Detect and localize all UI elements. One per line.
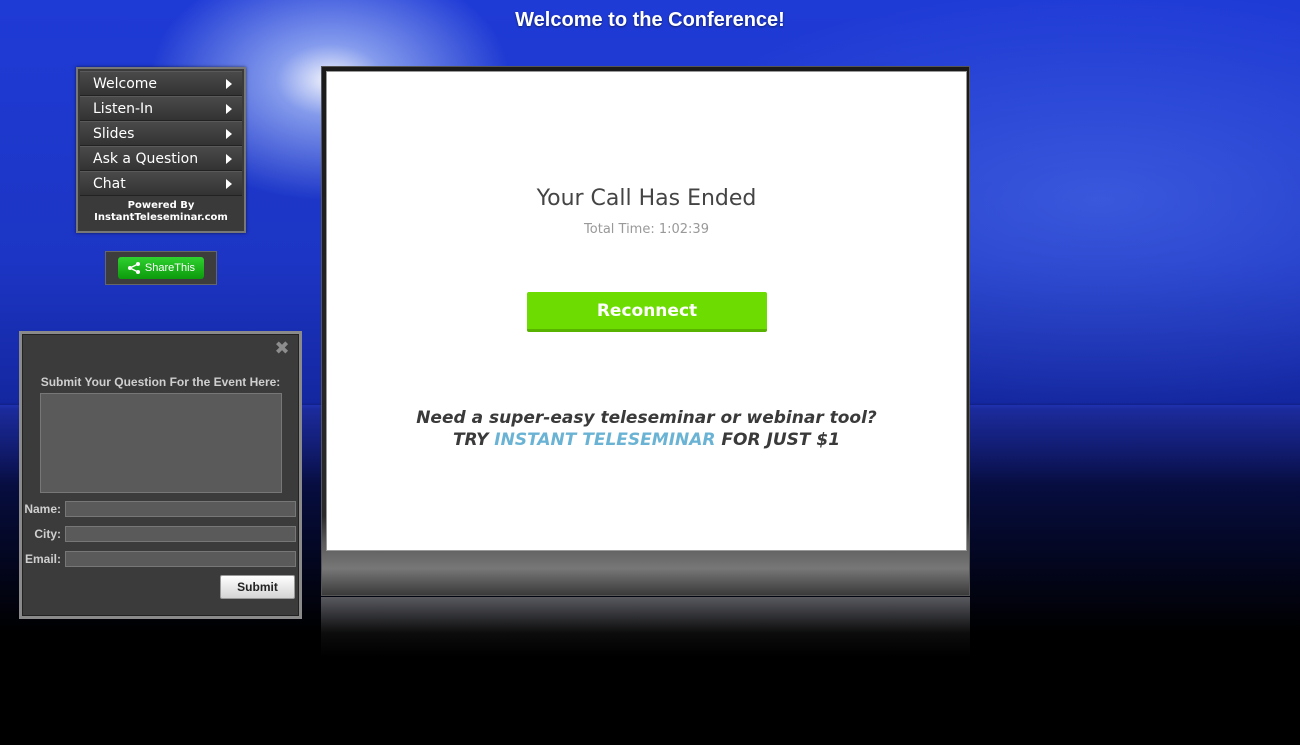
powered-by-text: Powered By: [127, 200, 195, 211]
arrow-right-icon: [226, 128, 232, 139]
share-label: ShareThis: [144, 262, 196, 274]
question-textarea[interactable]: [40, 393, 282, 493]
frame-reflection: [321, 597, 970, 657]
nav-menu: Welcome Listen-In Slides Ask a Question …: [76, 67, 246, 233]
arrow-right-icon: [226, 103, 232, 114]
promo-tail: FOR JUST $1: [721, 430, 841, 450]
total-time: Total Time: 1:02:39: [584, 222, 709, 237]
question-panel: ✖ Submit Your Question For the Event Her…: [19, 331, 302, 619]
question-heading: Submit Your Question For the Event Here:: [40, 375, 281, 389]
page-title: Welcome to the Conference!: [515, 9, 785, 31]
nav-item-label: Slides: [93, 125, 135, 142]
reconnect-button[interactable]: Reconnect: [527, 292, 767, 332]
city-label: City:: [34, 527, 61, 541]
call-ended-title: Your Call Has Ended: [536, 186, 757, 211]
email-field[interactable]: [65, 551, 296, 567]
submit-button[interactable]: Submit: [220, 575, 295, 599]
nav-item-label: Welcome: [93, 75, 158, 92]
nav-item-label: Ask a Question: [93, 150, 199, 167]
call-panel: Your Call Has Ended Total Time: 1:02:39 …: [326, 71, 967, 551]
powered-by-link[interactable]: Powered By InstantTeleseminar.com: [80, 196, 242, 224]
promo-text: Need a super-easy teleseminar or webinar…: [327, 407, 966, 451]
nav-item-label: Chat: [93, 175, 126, 192]
city-row: City:: [22, 526, 296, 542]
city-field[interactable]: [65, 526, 296, 542]
share-box: ShareThis: [105, 251, 217, 285]
close-icon[interactable]: ✖: [273, 340, 291, 358]
arrow-right-icon: [226, 78, 232, 89]
nav-item-welcome[interactable]: Welcome: [80, 71, 242, 96]
name-field[interactable]: [65, 501, 296, 517]
email-label: Email:: [24, 552, 61, 566]
name-label: Name:: [24, 502, 61, 516]
nav-item-listen-in[interactable]: Listen-In: [80, 96, 242, 121]
promo-line1: Need a super-easy teleseminar or webinar…: [416, 408, 877, 428]
email-row: Email:: [22, 551, 296, 567]
nav-item-ask-question[interactable]: Ask a Question: [80, 146, 242, 171]
share-button[interactable]: ShareThis: [118, 257, 204, 279]
instant-teleseminar-link[interactable]: INSTANT TELESEMINAR: [494, 430, 715, 450]
powered-by-site: InstantTeleseminar.com: [94, 212, 228, 223]
share-icon: [127, 262, 140, 274]
arrow-right-icon: [226, 178, 232, 189]
name-row: Name:: [22, 501, 296, 517]
promo-try: TRY: [452, 430, 489, 450]
nav-item-slides[interactable]: Slides: [80, 121, 242, 146]
nav-item-chat[interactable]: Chat: [80, 171, 242, 196]
arrow-right-icon: [226, 153, 232, 164]
promo-line2: TRY INSTANT TELESEMINAR FOR JUST $1: [327, 429, 966, 451]
nav-item-label: Listen-In: [93, 100, 154, 117]
